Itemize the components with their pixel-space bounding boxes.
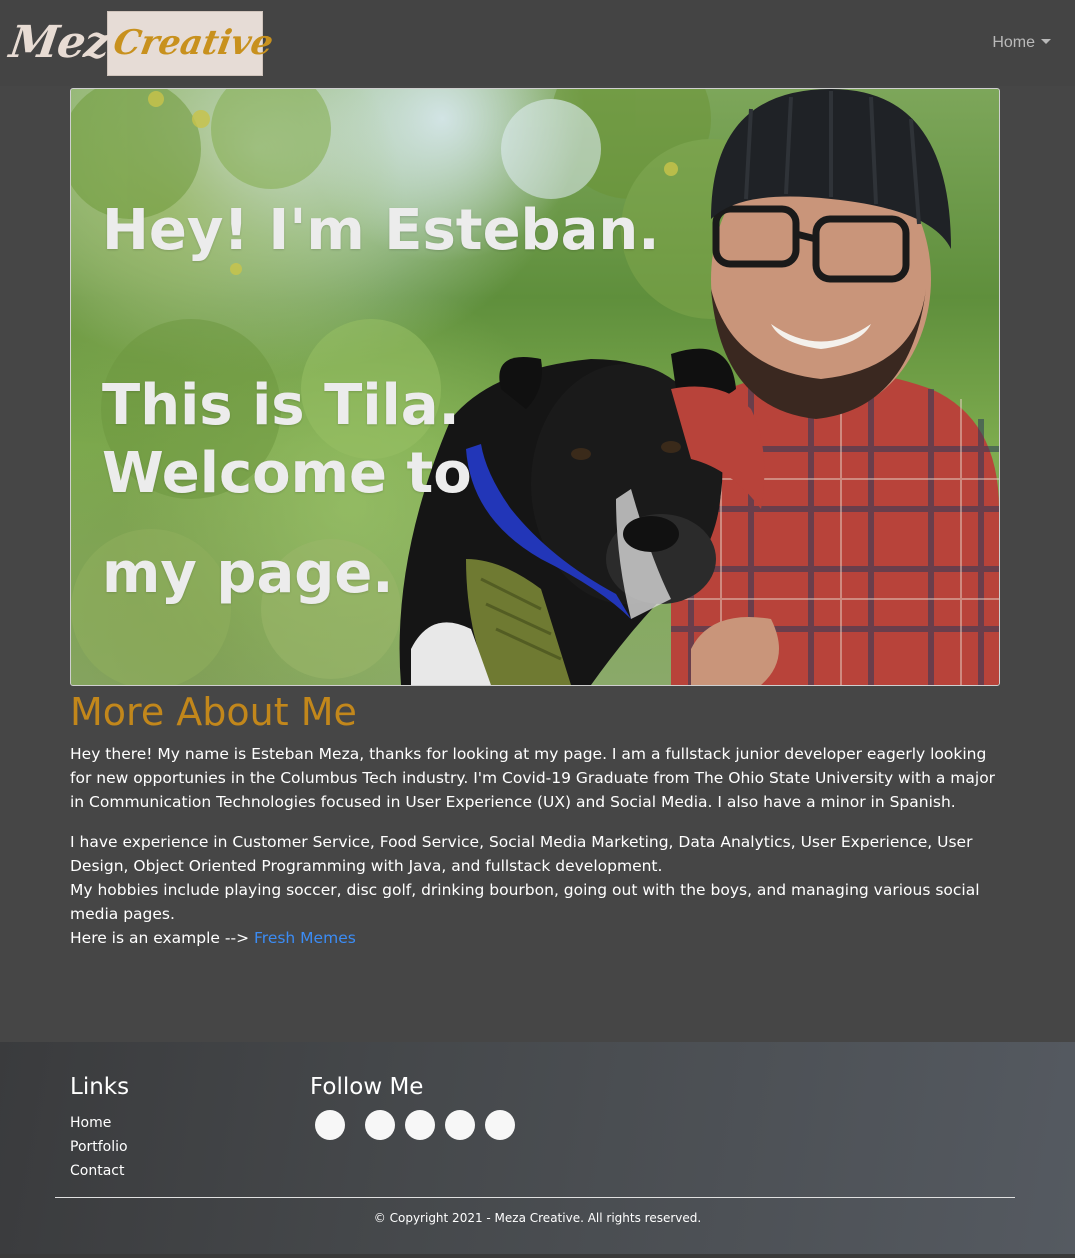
about-paragraph-1: Hey there! My name is Esteban Meza, than… [70,745,996,811]
footer-link-contact[interactable]: Contact [70,1163,124,1179]
nav-home-label: Home [992,34,1035,51]
hero-welcome: Welcome to [102,441,472,506]
bottom-strip [0,1254,1075,1258]
social-icon-3[interactable] [405,1110,435,1140]
about-experience-text: I have experience in Customer Service, F… [70,833,973,875]
footer-link-home[interactable]: Home [70,1115,111,1131]
about-paragraph-2: I have experience in Customer Service, F… [70,830,1005,950]
social-icon-4[interactable] [445,1110,475,1140]
fresh-memes-link[interactable]: Fresh Memes [254,929,356,947]
hero-banner: Hey! I'm Esteban. This is Tila. Welcome … [70,88,1000,686]
footer-follow-heading: Follow Me [310,1074,424,1100]
footer: Links Home Portfolio Contact Follow Me ©… [0,1042,1075,1254]
navbar: Meza Creative Home [0,0,1075,86]
about-heading: More About Me [70,690,357,734]
social-icon-5[interactable] [485,1110,515,1140]
copyright-text: © Copyright 2021 - Meza Creative. All ri… [373,1211,702,1225]
footer-divider [55,1197,1015,1198]
hero-dog-intro: This is Tila. [102,373,460,438]
site-logo[interactable]: Meza Creative [6,11,276,76]
about-example-text: Here is an example --> [70,929,250,947]
nav-home-dropdown[interactable]: Home [992,34,1051,52]
hero-greeting: Hey! I'm Esteban. [102,198,660,263]
footer-links-heading: Links [70,1074,130,1100]
logo-text-creative: Creative [110,23,277,63]
about-hobbies-text: My hobbies include playing soccer, disc … [70,881,980,923]
social-icon-1[interactable] [315,1110,345,1140]
caret-down-icon [1041,39,1051,44]
social-icon-2[interactable] [365,1110,395,1140]
hero-my-page: my page. [102,541,394,606]
footer-link-portfolio[interactable]: Portfolio [70,1139,128,1155]
